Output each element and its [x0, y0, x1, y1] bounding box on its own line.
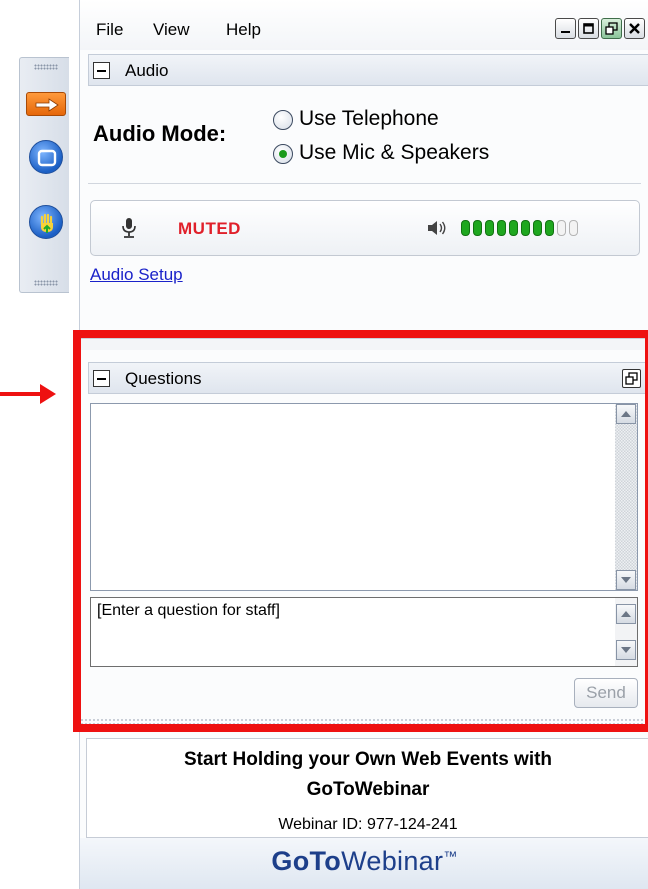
volume-meter-segment [521, 220, 530, 236]
grip-top-icon[interactable] [34, 64, 58, 70]
audio-section-title: Audio [125, 61, 169, 80]
audio-collapse-button[interactable] [93, 62, 110, 79]
audio-setup-link[interactable]: Audio Setup [90, 265, 183, 285]
close-button[interactable] [624, 18, 645, 39]
restore-icon [605, 22, 618, 35]
screen-viewer-button[interactable] [29, 140, 63, 174]
menu-help[interactable]: Help [226, 20, 261, 40]
promo-line-1: Start Holding your Own Web Events with [183, 749, 553, 770]
arrow-right-icon [35, 98, 59, 112]
grip-bottom-icon[interactable] [34, 280, 58, 286]
microphone-icon[interactable] [121, 217, 137, 239]
radio-use-telephone[interactable] [273, 110, 293, 130]
volume-meter-segment [533, 220, 542, 236]
volume-meter-segment [569, 220, 578, 236]
minimize-button[interactable] [555, 18, 576, 39]
radio-use-mic-speakers[interactable] [273, 144, 293, 164]
square-icon [37, 149, 57, 167]
volume-meter-segment [461, 220, 470, 236]
volume-meter-segment [485, 220, 494, 236]
close-icon [629, 23, 640, 34]
promo-box: Start Holding your Own Web Events with G… [86, 738, 648, 838]
maximize-button[interactable] [578, 18, 599, 39]
maximize-icon [583, 23, 594, 34]
minimize-icon [561, 31, 570, 33]
raise-hand-icon [40, 213, 53, 233]
promo-line-2: GoToWebinar [306, 779, 430, 800]
volume-meter-segment [509, 220, 518, 236]
volume-meter-segment [473, 220, 482, 236]
volume-meter-segment [557, 220, 566, 236]
audio-mode-label: Audio Mode: [93, 121, 227, 146]
menu-bar: File View Help [80, 0, 648, 50]
raise-hand-button[interactable] [29, 205, 63, 239]
muted-status: MUTED [178, 219, 241, 238]
audio-divider [88, 183, 641, 184]
volume-meter-segment [545, 220, 554, 236]
control-panel-grab-tab [19, 57, 69, 293]
highlight-box [73, 330, 648, 732]
annotation-arrow-icon [0, 384, 56, 404]
audio-section-header: Audio [88, 54, 648, 86]
show-hide-panel-button[interactable] [26, 92, 66, 116]
window-controls [555, 18, 645, 39]
footer-brand-bar: GoToWebinar™ [80, 838, 648, 889]
menu-view[interactable]: View [153, 20, 190, 40]
gotowebinar-logo: GoToWebinar™ [271, 846, 458, 876]
speaker-icon[interactable] [426, 218, 448, 238]
menu-file[interactable]: File [96, 20, 123, 40]
radio-label-use-telephone[interactable]: Use Telephone [299, 107, 439, 131]
webinar-id: Webinar ID: 977-124-241 [278, 816, 458, 833]
volume-meter-segment [497, 220, 506, 236]
restore-button[interactable] [601, 18, 622, 39]
radio-label-use-mic-speakers[interactable]: Use Mic & Speakers [299, 141, 489, 165]
volume-meter [461, 220, 578, 236]
audio-status-box: MUTED [90, 200, 640, 256]
